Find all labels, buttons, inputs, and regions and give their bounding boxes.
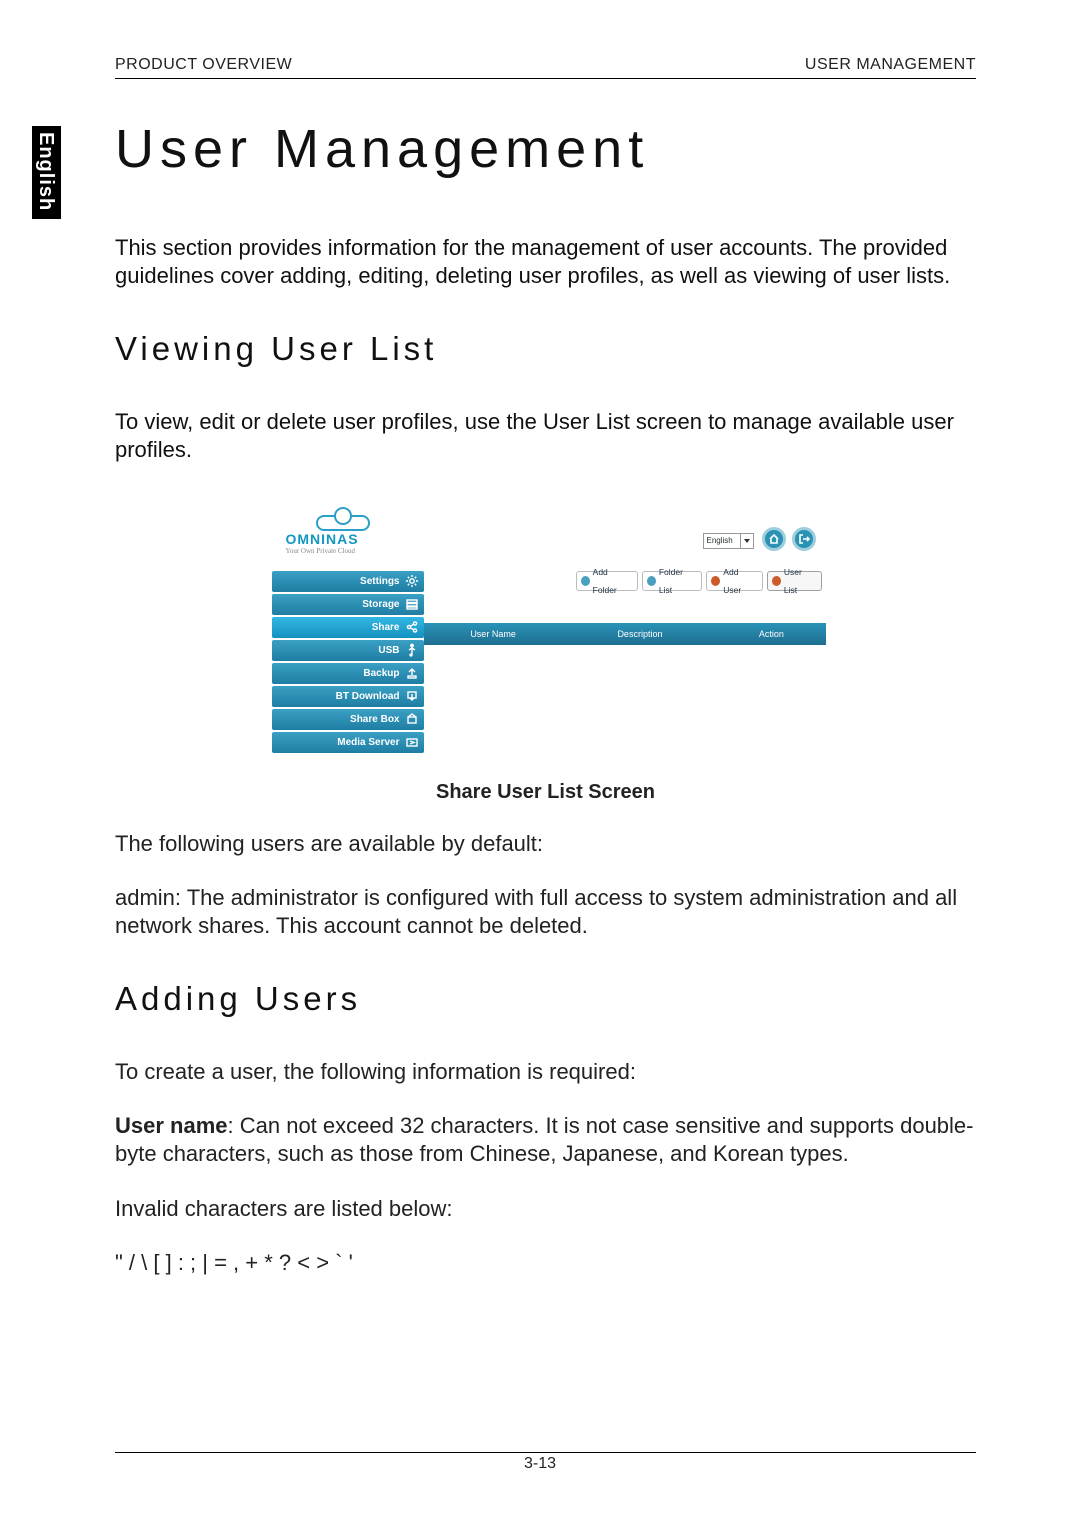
logo-block: OMNINAS Your Own Private Cloud	[286, 507, 416, 555]
disks-icon	[405, 597, 419, 611]
sidebar-item-label: Settings	[360, 576, 399, 587]
folder-icon	[647, 576, 656, 586]
language-select[interactable]: English	[703, 533, 754, 549]
invalid-chars-value: " / \ [ ] : ; | = , + * ? < > ` '	[115, 1249, 976, 1277]
page-title: User Management	[115, 118, 976, 180]
usb-icon	[405, 643, 419, 657]
rule-top	[115, 78, 976, 79]
chevron-down-icon	[740, 534, 753, 548]
user-list-button[interactable]: User List	[767, 571, 822, 591]
toolbar: Add Folder Folder List Add User User Lis…	[576, 571, 822, 591]
user-icon	[772, 576, 781, 586]
default-users-lead: The following users are available by def…	[115, 830, 976, 858]
username-text: : Can not exceed 32 characters. It is no…	[115, 1113, 974, 1166]
intro-paragraph: This section provides information for th…	[115, 234, 976, 290]
share-icon	[405, 620, 419, 634]
section-adding-title: Adding Users	[115, 980, 976, 1018]
sidebar-item-label: Share	[372, 622, 400, 633]
side-tab-language: English	[32, 126, 61, 219]
add-user-button[interactable]: Add User	[706, 571, 763, 591]
sidebar-item-share[interactable]: Share	[272, 617, 424, 638]
sidebar-item-label: Share Box	[350, 714, 399, 725]
sidebar-item-sharebox[interactable]: Share Box	[272, 709, 424, 730]
cloud-icon	[310, 507, 374, 529]
username-label: User name	[115, 1113, 228, 1138]
folder-icon	[581, 576, 590, 586]
add-user-label: Add User	[723, 563, 755, 599]
download-icon	[405, 689, 419, 703]
sidebar-item-label: Backup	[363, 668, 399, 679]
home-button[interactable]	[762, 527, 786, 551]
media-icon	[405, 735, 419, 749]
sidebar-item-settings[interactable]: Settings	[272, 571, 424, 592]
brand-name: OMNINAS	[286, 531, 416, 547]
sidebar-item-label: Media Server	[337, 737, 399, 748]
screenshot-caption: Share User List Screen	[115, 781, 976, 804]
running-head-left: PRODUCT OVERVIEW	[115, 56, 292, 74]
sidebar-item-label: BT Download	[336, 691, 400, 702]
backup-icon	[405, 666, 419, 680]
invalid-chars-lead: Invalid characters are listed below:	[115, 1195, 976, 1223]
running-head-right: USER MANAGEMENT	[805, 56, 976, 74]
add-folder-button[interactable]: Add Folder	[576, 571, 638, 591]
table-header: User Name Description Action	[424, 623, 826, 645]
rule-bottom	[115, 1452, 976, 1453]
box-icon	[405, 712, 419, 726]
default-users-item: admin: The administrator is configured w…	[115, 884, 976, 940]
sidebar-item-storage[interactable]: Storage	[272, 594, 424, 615]
sidebar-item-media[interactable]: Media Server	[272, 732, 424, 753]
home-icon	[768, 533, 780, 545]
col-action: Action	[717, 629, 825, 639]
sidebar-nav: Settings Storage Share USB Backup BT Dow…	[272, 571, 424, 755]
language-value: English	[707, 536, 733, 545]
section-viewing-p1: To view, edit or delete user profiles, u…	[115, 408, 976, 464]
folder-list-label: Folder List	[659, 563, 695, 599]
section-adding-p1: To create a user, the following informat…	[115, 1058, 976, 1086]
brand-tagline: Your Own Private Cloud	[286, 547, 416, 555]
folder-list-button[interactable]: Folder List	[642, 571, 702, 591]
user-icon	[711, 576, 720, 586]
sidebar-item-usb[interactable]: USB	[272, 640, 424, 661]
logout-button[interactable]	[792, 527, 816, 551]
logout-icon	[798, 533, 810, 545]
screenshot-user-list: OMNINAS Your Own Private Cloud English A…	[266, 495, 826, 761]
col-description: Description	[563, 629, 718, 639]
add-folder-label: Add Folder	[593, 563, 631, 599]
gear-icon	[405, 574, 419, 588]
sidebar-item-label: USB	[378, 645, 399, 656]
page-number: 3-13	[0, 1455, 1080, 1473]
content-panel: User Name Description Action	[424, 595, 826, 761]
col-username: User Name	[424, 629, 563, 639]
sidebar-item-label: Storage	[362, 599, 399, 610]
section-viewing-title: Viewing User List	[115, 330, 976, 368]
sidebar-item-backup[interactable]: Backup	[272, 663, 424, 684]
user-list-label: User List	[784, 563, 815, 599]
username-requirement: User name: Can not exceed 32 characters.…	[115, 1112, 976, 1168]
sidebar-item-bt[interactable]: BT Download	[272, 686, 424, 707]
